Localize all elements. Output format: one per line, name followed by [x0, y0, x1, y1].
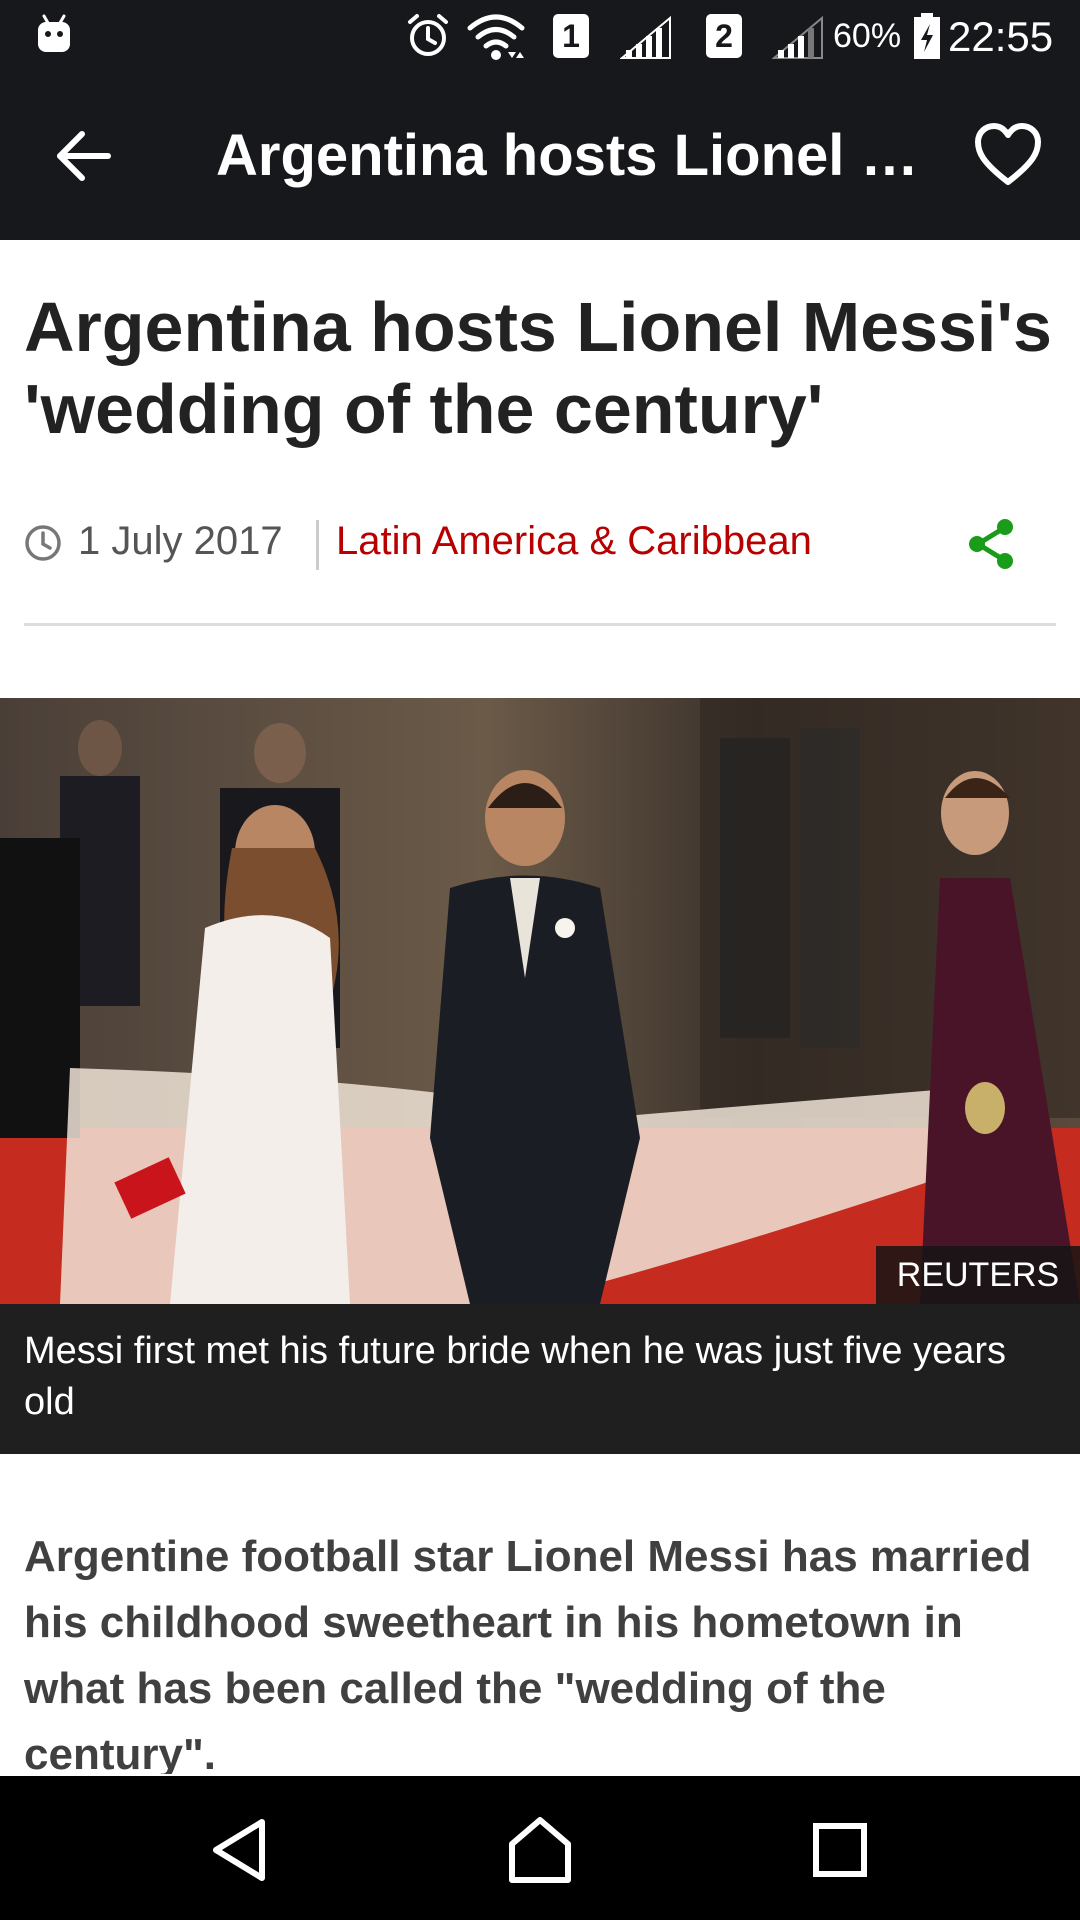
article-meta: 1 July 2017 Latin America & Caribbean	[24, 510, 1054, 580]
signal-icon	[620, 16, 671, 59]
signal-icon	[772, 16, 823, 59]
nav-back-icon[interactable]	[202, 1814, 282, 1886]
navigation-bar	[0, 1776, 1080, 1920]
sim1-badge: 1	[553, 14, 589, 58]
arrow-left-icon[interactable]	[54, 128, 114, 184]
share-icon[interactable]	[964, 516, 1020, 572]
sim2-badge: 2	[706, 14, 742, 58]
article-date: 1 July 2017	[78, 519, 283, 563]
nav-home-icon[interactable]	[500, 1814, 580, 1886]
section-link[interactable]: Latin America & Caribbean	[336, 516, 812, 566]
header-divider	[24, 623, 1056, 626]
heart-outline-icon[interactable]	[974, 122, 1042, 188]
wifi-icon	[467, 14, 525, 60]
image-credit: REUTERS	[876, 1246, 1080, 1304]
article-intro: Argentine football star Lionel Messi has…	[24, 1532, 1032, 1774]
toolbar-title: Argentina hosts Lionel M...	[216, 123, 936, 188]
nav-recents-icon[interactable]	[800, 1814, 880, 1886]
article-photo	[0, 698, 1080, 1304]
meta-divider	[316, 520, 319, 570]
article-headline: Argentina hosts Lionel Messi's 'wedding …	[24, 288, 1052, 448]
alarm-icon	[408, 14, 448, 56]
android-icon	[38, 14, 70, 52]
app-toolbar: Argentina hosts Lionel M...	[0, 72, 1080, 240]
status-time: 22:55	[948, 13, 1054, 60]
image-caption: Messi first met his future bride when he…	[0, 1304, 1080, 1454]
clock-icon	[25, 525, 61, 561]
battery-percent: 60%	[833, 17, 902, 55]
battery-icon	[914, 13, 940, 59]
status-bar: 1 2 60% 22:55	[0, 0, 1080, 72]
